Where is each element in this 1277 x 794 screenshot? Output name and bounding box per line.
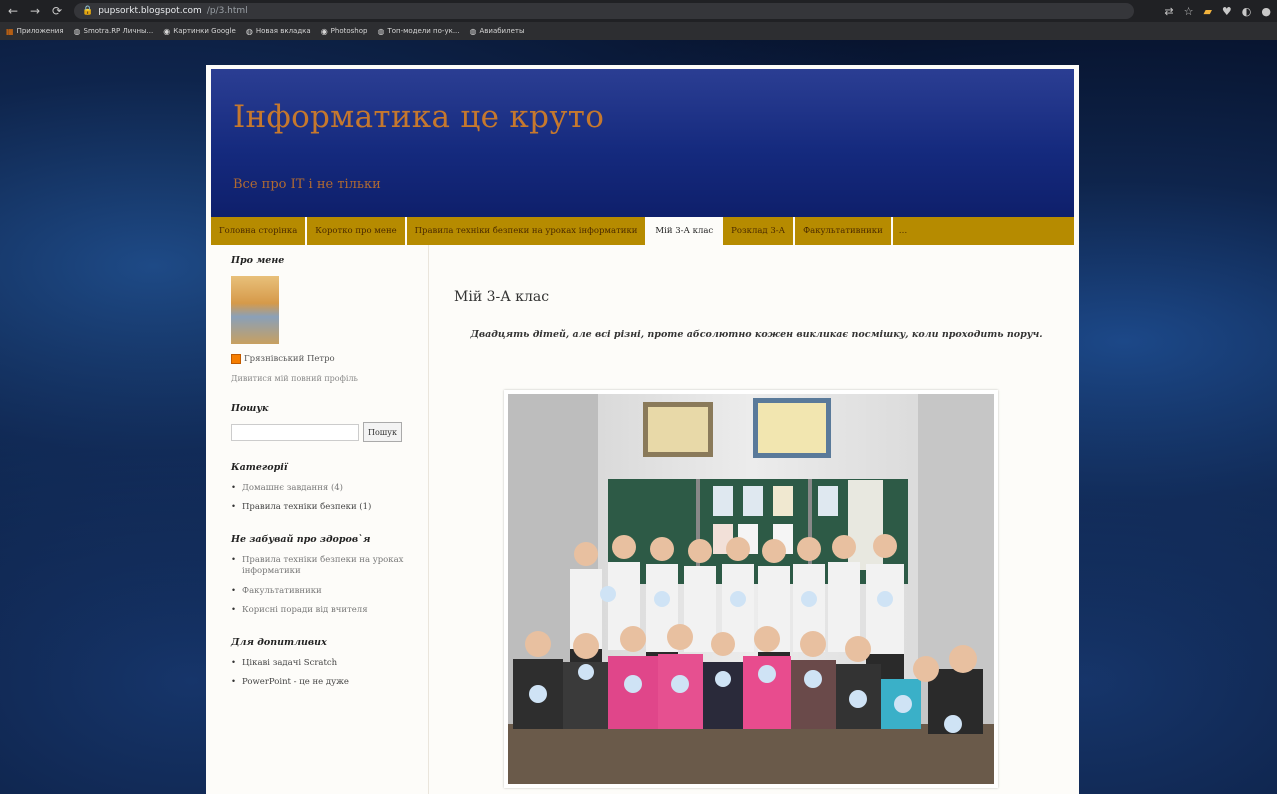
profile-name-link[interactable]: Грязнівський Петро: [231, 354, 428, 364]
widget-title: Категорії: [231, 462, 288, 473]
class-photo-drawing: [508, 394, 994, 784]
blog-header: Інформатика це круто Все про ІТ і не тіл…: [211, 69, 1074, 217]
list-item[interactable]: • Правила техніки безпеки (1): [231, 502, 428, 513]
blog-description: Все про ІТ і не тільки: [233, 177, 381, 192]
address-bar[interactable]: 🔒 pupsorkt.blogspot.com/p/3.html: [74, 3, 1134, 19]
full-profile-link[interactable]: Дивитися мій повний профіль: [231, 374, 428, 383]
google-icon: ◉: [163, 26, 171, 36]
search-button[interactable]: Пошук: [363, 422, 402, 442]
post-intro: Двадцять дітей, але всі різні, проте абс…: [470, 329, 1043, 340]
list-item[interactable]: • Домашнє завдання (4): [231, 483, 428, 494]
list-item[interactable]: • Корисні поради від вчителя: [231, 605, 428, 616]
apps-icon: ▦: [6, 26, 14, 36]
blog-container: Інформатика це круто Все про ІТ і не тіл…: [206, 65, 1079, 794]
bookmarks-bar: ▦ Приложения ◍ Smotra.RP Личны... ◉ Картинк…: [0, 22, 1277, 40]
widget-title: Пошук: [231, 403, 269, 414]
globe-icon: ◍: [377, 26, 385, 36]
translate-icon[interactable]: ⇄: [1164, 5, 1173, 18]
tab-safety-rules[interactable]: Правила техніки безпеки на уроках інформ…: [407, 217, 648, 245]
profile-icon[interactable]: ●: [1261, 5, 1271, 18]
bookmark-item[interactable]: ◍ Топ-модели по-ук...: [377, 27, 459, 36]
widget-title: Для допитливих: [231, 636, 327, 648]
folder-extension-icon[interactable]: ▰: [1203, 5, 1211, 18]
bookmark-item[interactable]: ◉ Photoshop: [321, 27, 368, 36]
url-host: pupsorkt.blogspot.com: [98, 6, 202, 16]
class-photo[interactable]: [504, 390, 998, 788]
bookmark-item[interactable]: ▦ Приложения: [6, 27, 64, 36]
search-input[interactable]: [231, 424, 359, 441]
tab-about-me[interactable]: Коротко про мене: [307, 217, 407, 245]
tab-electives[interactable]: Факультативники: [795, 217, 893, 245]
extension-icon[interactable]: ◐: [1242, 5, 1252, 18]
back-icon[interactable]: ←: [6, 4, 20, 18]
photoshop-icon: ◉: [320, 26, 328, 36]
lock-icon: 🔒: [82, 6, 94, 16]
bookmark-item[interactable]: ◉ Картинки Google: [163, 27, 236, 36]
tab-my-class[interactable]: Мій 3-А клас: [647, 217, 724, 245]
star-icon[interactable]: ☆: [1184, 5, 1194, 18]
globe-icon: ◍: [245, 26, 253, 36]
post-area: Мій 3-А клас Двадцять дітей, але всі різ…: [429, 245, 1074, 794]
list-item[interactable]: • Цікаві задачі Scratch: [231, 658, 428, 669]
browser-toolbar: ← → ⟳ 🔒 pupsorkt.blogspot.com/p/3.html ⇄…: [0, 0, 1277, 22]
globe-icon: ◍: [73, 26, 81, 36]
search-widget: Пошук Пошук: [231, 403, 428, 442]
categories-widget: Категорії • Домашнє завдання (4) • Правила…: [231, 462, 428, 514]
url-path: /p/3.html: [206, 6, 248, 16]
widget-title: Про мене: [231, 255, 285, 266]
students-widget: Для допитливих • Цікаві задачі Scratch • P…: [231, 637, 428, 689]
forward-icon[interactable]: →: [28, 4, 42, 18]
list-item[interactable]: • Правила техніки безпеки на уроках інфор…: [231, 555, 428, 578]
class-photo-image: [508, 394, 994, 784]
reload-icon[interactable]: ⟳: [50, 4, 64, 18]
profile-name: Грязнівський Петро: [244, 354, 335, 364]
blogger-icon: [231, 354, 241, 364]
sidebar: Про мене Грязнівський Петро Дивитися мій…: [211, 245, 429, 794]
tab-more[interactable]: …: [893, 217, 925, 245]
widget-title: Не забувай про здоров`я: [231, 533, 371, 545]
about-widget: Про мене Грязнівський Петро Дивитися мій…: [231, 255, 428, 383]
tab-home[interactable]: Головна сторінка: [211, 217, 308, 245]
post-title: Мій 3-А клас: [454, 289, 550, 305]
tab-schedule[interactable]: Розклад 3-А: [723, 217, 796, 245]
list-item[interactable]: • PowerPoint - це не дуже: [231, 677, 428, 688]
shield-extension-icon[interactable]: ♥: [1222, 5, 1232, 18]
list-item[interactable]: • Факультативники: [231, 586, 428, 597]
blog-title[interactable]: Інформатика це круто: [233, 99, 604, 135]
page-background: Інформатика це круто Все про ІТ і не тіл…: [0, 40, 1277, 794]
bookmark-item[interactable]: ◍ Новая вкладка: [246, 27, 311, 36]
globe-icon: ◍: [469, 26, 477, 36]
bookmark-item[interactable]: ◍ Авиабилеты: [470, 27, 525, 36]
page-tabs: Головна сторінка Коротко про мене Правил…: [211, 217, 1074, 245]
bookmark-item[interactable]: ◍ Smotra.RP Личны...: [74, 27, 154, 36]
avatar[interactable]: [231, 276, 279, 344]
health-widget: Не забувай про здоров`я • Правила техніки…: [231, 534, 428, 617]
